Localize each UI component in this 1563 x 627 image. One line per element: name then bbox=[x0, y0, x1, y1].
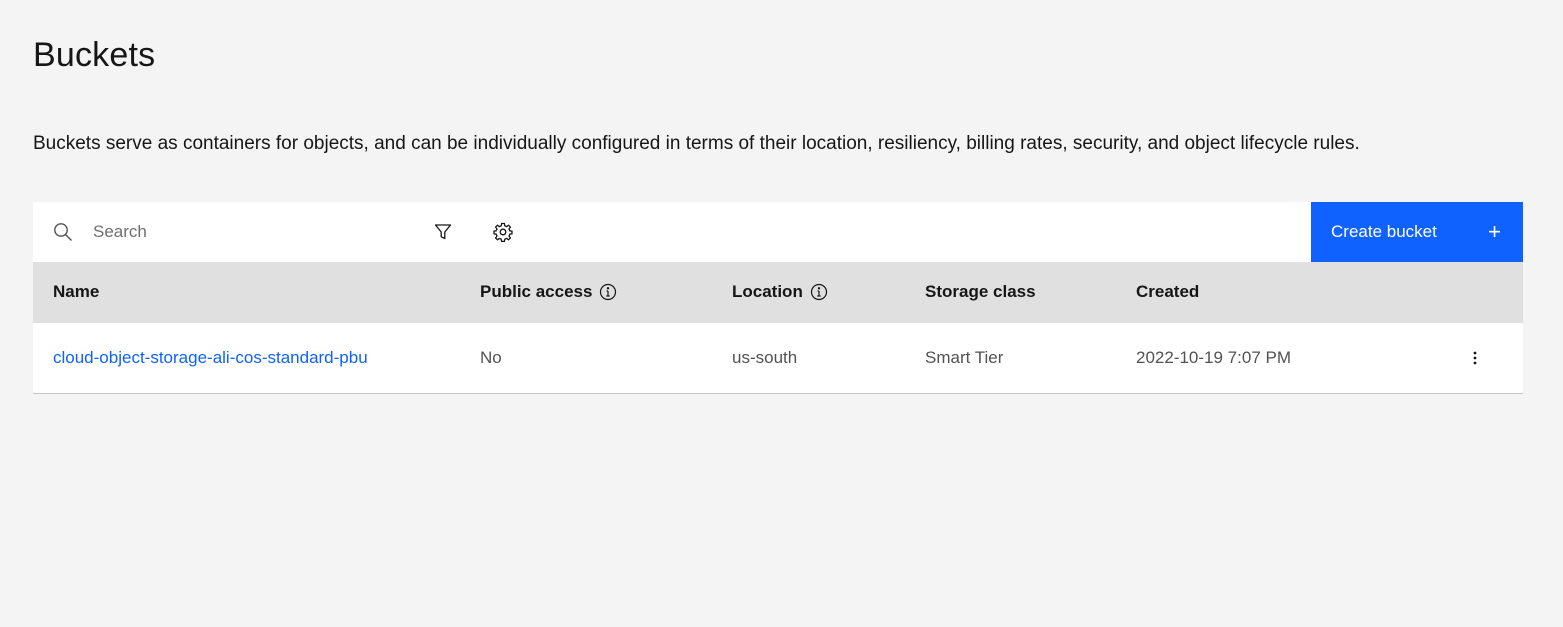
filter-button[interactable] bbox=[413, 202, 473, 262]
bucket-name-link[interactable]: cloud-object-storage-ali-cos-standard-pb… bbox=[53, 348, 368, 368]
column-header-location[interactable]: Location bbox=[732, 282, 925, 302]
cell-public-access: No bbox=[480, 348, 502, 367]
page-title: Buckets bbox=[33, 36, 156, 74]
overflow-menu-button[interactable] bbox=[1463, 338, 1487, 378]
plus-icon: + bbox=[1488, 219, 1501, 244]
cell-name: cloud-object-storage-ali-cos-standard-pb… bbox=[33, 348, 480, 368]
table-header: Name Public access Location Storage clas… bbox=[33, 262, 1523, 322]
column-header-created[interactable]: Created bbox=[1136, 282, 1436, 302]
column-header-label: Created bbox=[1136, 282, 1200, 301]
cell-storage-class: Smart Tier bbox=[925, 348, 1004, 367]
page-description: Buckets serve as containers for objects,… bbox=[33, 133, 1360, 154]
column-header-label: Location bbox=[732, 282, 803, 301]
column-header-storage-class[interactable]: Storage class bbox=[925, 282, 1136, 302]
info-icon[interactable] bbox=[599, 283, 617, 301]
settings-button[interactable] bbox=[473, 202, 533, 262]
info-icon[interactable] bbox=[810, 283, 828, 301]
column-header-label: Storage class bbox=[925, 282, 1036, 301]
column-header-name[interactable]: Name bbox=[33, 282, 480, 302]
column-header-label: Name bbox=[53, 282, 100, 301]
column-header-public-access[interactable]: Public access bbox=[480, 282, 732, 302]
column-header-label: Public access bbox=[480, 282, 593, 301]
cell-created: 2022-10-19 7:07 PM bbox=[1136, 348, 1291, 367]
search-input[interactable] bbox=[93, 212, 413, 252]
overflow-menu-icon bbox=[1473, 351, 1477, 365]
gear-icon bbox=[493, 222, 513, 242]
buckets-page: Buckets Buckets serve as containers for … bbox=[0, 0, 1563, 627]
search-icon bbox=[33, 202, 93, 262]
table-row: cloud-object-storage-ali-cos-standard-pb… bbox=[33, 322, 1523, 394]
create-bucket-label: Create bucket bbox=[1331, 222, 1437, 241]
buckets-table: Name Public access Location Storage clas… bbox=[33, 262, 1523, 394]
cell-actions bbox=[1436, 338, 1523, 378]
create-bucket-button[interactable]: Create bucket + bbox=[1311, 202, 1523, 262]
table-toolbar: Create bucket + bbox=[33, 202, 1523, 262]
filter-icon bbox=[434, 224, 452, 240]
cell-location: us-south bbox=[732, 348, 798, 367]
